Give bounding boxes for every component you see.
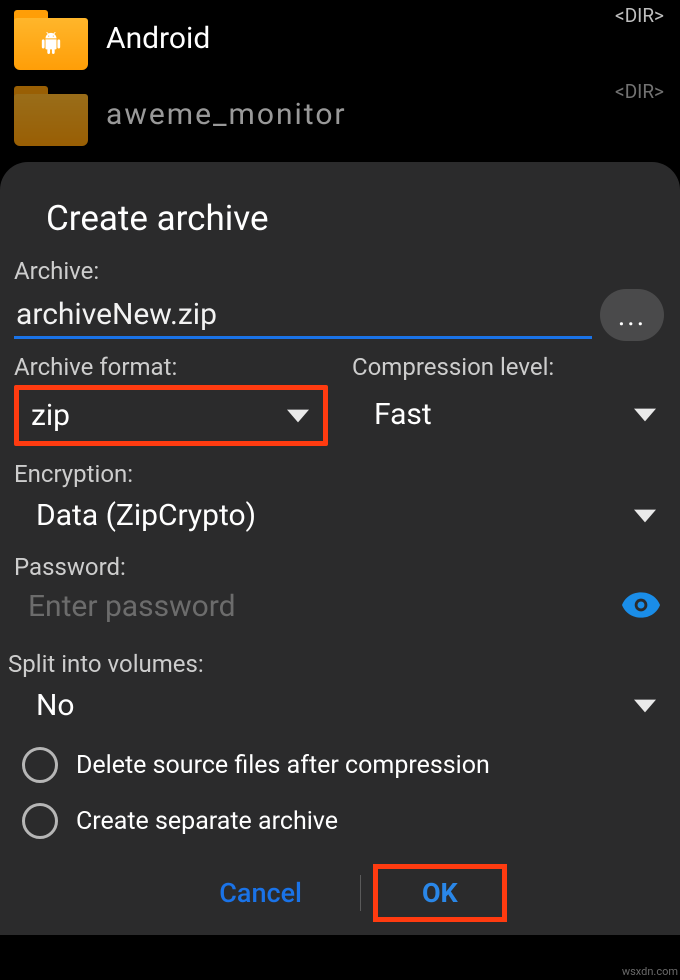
compression-level-dropdown[interactable]: Fast <box>352 385 666 438</box>
folder-icon <box>14 84 88 144</box>
file-list: <DIR> Android <DIR> aweme_monitor <box>0 0 680 152</box>
format-label: Archive format: <box>14 353 328 381</box>
dialog-title: Create archive <box>14 198 666 257</box>
dir-tag: <DIR> <box>615 4 664 27</box>
encryption-label: Encryption: <box>14 460 666 488</box>
ok-button[interactable]: OK <box>414 877 466 909</box>
watermark: wsxdn.com <box>622 965 678 978</box>
radio-unchecked-icon <box>22 747 58 783</box>
password-input[interactable] <box>14 585 612 628</box>
browse-button[interactable]: ... <box>600 289 664 341</box>
password-label: Password: <box>14 553 666 581</box>
file-name: Android <box>106 21 210 56</box>
create-archive-dialog: Create archive Archive: ... Archive form… <box>0 162 680 935</box>
highlight-format: zip <box>14 385 328 446</box>
dir-tag: <DIR> <box>615 80 664 103</box>
compression-value: Fast <box>374 397 432 432</box>
encryption-value: Data (ZipCrypto) <box>36 498 256 533</box>
archive-format-dropdown[interactable]: zip <box>25 392 313 439</box>
android-icon <box>40 30 62 62</box>
file-row-aweme[interactable]: <DIR> aweme_monitor <box>0 76 680 152</box>
cancel-button[interactable]: Cancel <box>173 863 348 923</box>
split-value: No <box>36 688 75 723</box>
separate-archive-checkbox[interactable]: Create separate archive <box>14 793 666 849</box>
delete-source-label: Delete source files after compression <box>76 751 490 780</box>
radio-unchecked-icon <box>22 803 58 839</box>
file-row-android[interactable]: <DIR> Android <box>0 0 680 76</box>
dialog-buttons: Cancel OK <box>14 863 666 935</box>
highlight-ok: OK <box>373 864 507 922</box>
archive-label: Archive: <box>14 257 666 285</box>
chevron-down-icon <box>634 509 656 523</box>
chevron-down-icon <box>634 699 656 713</box>
chevron-down-icon <box>287 409 309 423</box>
separate-archive-label: Create separate archive <box>76 807 338 836</box>
delete-source-checkbox[interactable]: Delete source files after compression <box>14 737 666 793</box>
encryption-dropdown[interactable]: Data (ZipCrypto) <box>14 492 666 539</box>
compression-label: Compression level: <box>352 353 666 381</box>
archive-name-input[interactable] <box>14 291 592 339</box>
chevron-down-icon <box>634 408 656 422</box>
file-name: aweme_monitor <box>106 97 347 132</box>
split-label: Split into volumes: <box>8 650 666 678</box>
folder-icon <box>14 8 88 68</box>
split-volumes-dropdown[interactable]: No <box>14 682 666 729</box>
show-password-icon[interactable] <box>622 592 666 622</box>
format-value: zip <box>31 398 70 433</box>
button-separator <box>360 875 361 911</box>
